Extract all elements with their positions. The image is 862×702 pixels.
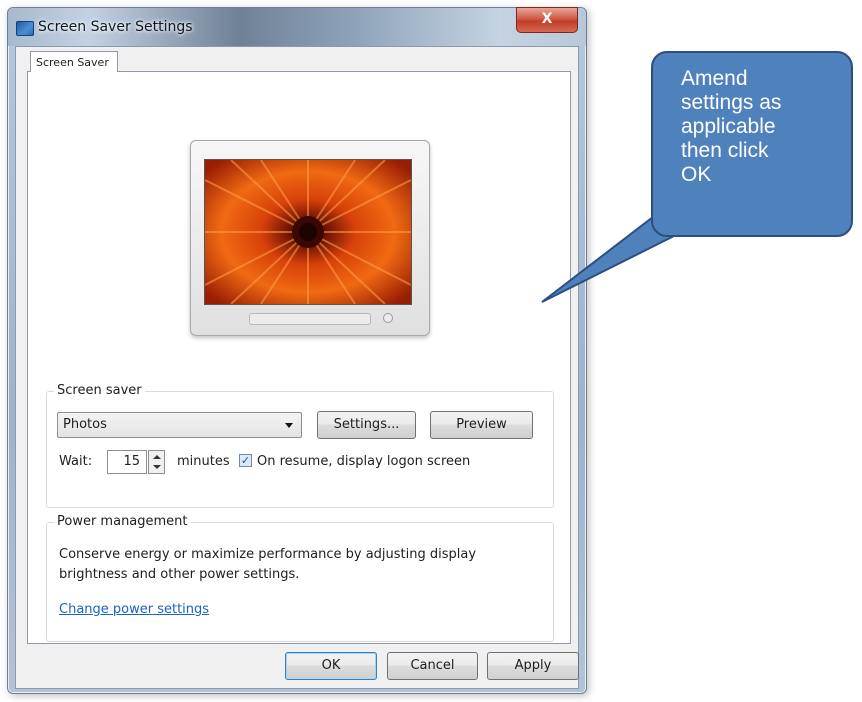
screen-saver-group-label: Screen saver	[54, 383, 145, 398]
flower-image	[205, 160, 411, 304]
power-management-description: Conserve energy or maximize performance …	[59, 547, 477, 582]
screen-saver-dropdown-value: Photos	[63, 417, 107, 432]
wait-minutes-input[interactable]: 15	[107, 450, 147, 474]
arrow-up-icon[interactable]	[153, 455, 161, 459]
close-button[interactable]: X	[516, 7, 578, 33]
screen-saver-tab-panel: Screen saver Photos Settings... Preview …	[27, 71, 571, 644]
cancel-button[interactable]: Cancel	[387, 652, 478, 680]
wait-minutes-spinner[interactable]	[148, 450, 165, 474]
settings-button[interactable]: Settings...	[317, 411, 416, 439]
window-title: Screen Saver Settings	[38, 19, 193, 35]
power-button-icon	[383, 313, 393, 323]
resume-logon-checkbox[interactable]: ✓	[239, 454, 252, 467]
close-icon: X	[541, 11, 553, 27]
dialog-body: Screen Saver Screen saver Photos Setting…	[15, 46, 579, 689]
ok-button[interactable]: OK	[285, 652, 377, 680]
screen-saver-preview-image	[204, 159, 412, 305]
screen-saver-dropdown[interactable]: Photos	[57, 412, 302, 438]
power-management-group: Power management Conserve energy or maxi…	[46, 514, 554, 642]
resume-logon-label[interactable]: On resume, display logon screen	[257, 454, 470, 469]
chevron-down-icon	[285, 423, 293, 428]
minutes-label: minutes	[177, 454, 230, 469]
instruction-callout: Amend settings as applicable then click …	[651, 51, 853, 237]
title-bar[interactable]: Screen Saver Settings X	[8, 7, 586, 46]
callout-text: Amend settings as applicable then click …	[681, 67, 782, 186]
screen-saver-settings-window: Screen Saver Settings X Screen Saver Scr…	[7, 7, 587, 694]
monitor-preview	[190, 140, 430, 336]
change-power-settings-link[interactable]: Change power settings	[59, 602, 209, 617]
power-management-label: Power management	[54, 514, 191, 529]
monitor-icon	[16, 21, 34, 36]
checkmark-icon: ✓	[240, 454, 251, 467]
screen-saver-group: Screen saver Photos Settings... Preview …	[46, 383, 554, 508]
tab-screen-saver[interactable]: Screen Saver	[30, 51, 118, 72]
wait-label: Wait:	[59, 454, 93, 469]
apply-button[interactable]: Apply	[487, 652, 579, 680]
preview-button[interactable]: Preview	[430, 411, 533, 439]
arrow-down-icon[interactable]	[153, 465, 161, 469]
monitor-stand	[249, 313, 371, 325]
